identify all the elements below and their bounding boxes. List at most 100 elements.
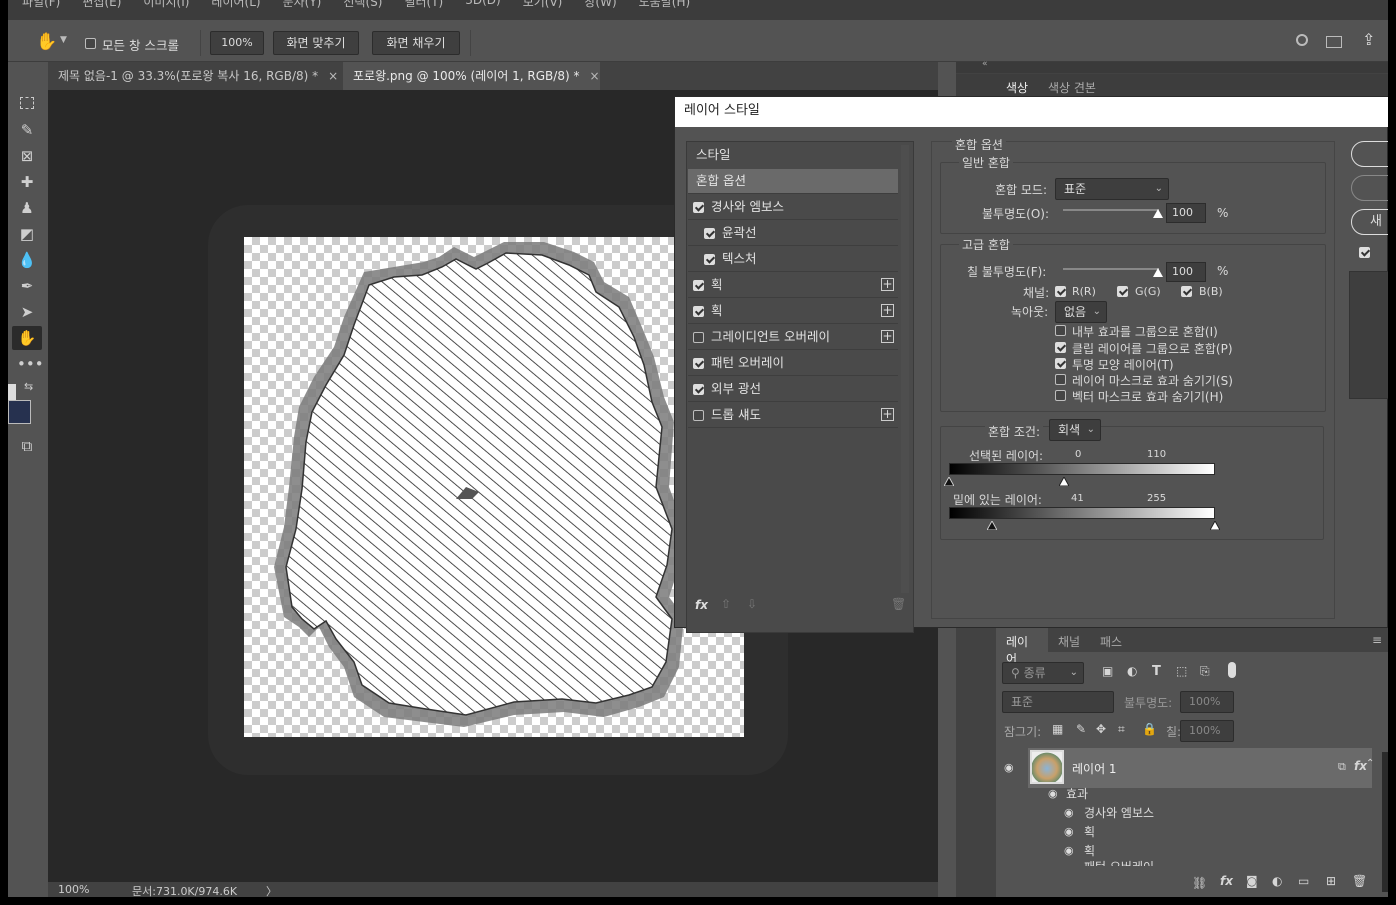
fill-screen-button[interactable]: 화면 채우기 (372, 31, 460, 55)
eye-icon[interactable]: ◉ (1048, 788, 1064, 799)
style-checkbox[interactable] (693, 384, 704, 395)
underlying-low-slider[interactable] (986, 521, 997, 530)
fill-slider-track[interactable] (1063, 268, 1159, 270)
this-layer-gradient[interactable] (949, 463, 1215, 475)
status-zoom[interactable]: 100% (58, 883, 89, 896)
marquee-tool-icon[interactable] (17, 94, 37, 114)
more-tools-icon[interactable]: ••• (17, 354, 44, 374)
menu-item[interactable]: 문자(Y) (283, 0, 322, 13)
add-effect-icon[interactable]: + (881, 278, 894, 291)
blend-option-checkbox[interactable] (1055, 325, 1066, 336)
opacity-slider-track[interactable] (1063, 209, 1159, 211)
menu-item[interactable]: 도움말(H) (639, 0, 691, 13)
underlying-high-slider[interactable] (1210, 521, 1220, 530)
this-layer-low-slider[interactable] (944, 477, 954, 486)
add-effect-icon[interactable]: + (881, 304, 894, 317)
fill-opacity-input[interactable]: 100 (1166, 262, 1206, 282)
effect-item[interactable]: 경사와 엠보스 (1084, 804, 1154, 821)
path-select-icon[interactable]: ➤ (17, 302, 37, 322)
filter-smart-icon[interactable]: ⎘ (1200, 664, 1210, 679)
adjustment-layer-icon[interactable]: ◐ (1272, 874, 1282, 888)
channel-r-checkbox[interactable] (1055, 286, 1066, 297)
style-item[interactable]: 획 + (688, 299, 898, 324)
chevron-down-icon[interactable]: ▼ (60, 35, 67, 45)
style-item[interactable]: 패턴 오버레이 (688, 351, 898, 376)
layer-opacity-field[interactable]: 100% (1180, 691, 1234, 713)
menu-item[interactable]: 3D(D) (465, 0, 500, 13)
healing-brush-icon[interactable]: ✚ (17, 172, 37, 192)
eye-icon[interactable]: ◉ (1064, 845, 1080, 856)
filter-adjust-icon[interactable]: ◐ (1127, 664, 1137, 678)
pen-tool-icon[interactable]: ✒ (17, 276, 37, 296)
effects-label[interactable]: 효과 (1066, 785, 1088, 802)
eye-icon[interactable]: ◉ (1064, 807, 1080, 818)
menu-item[interactable]: 편집(E) (82, 0, 121, 13)
menu-item[interactable]: 필터(T) (404, 0, 443, 13)
workspace-icon[interactable] (1326, 36, 1342, 48)
style-item[interactable]: 윤곽선 (688, 221, 898, 246)
add-effect-icon[interactable]: + (881, 330, 894, 343)
screen-mode-icon[interactable]: ⧉ (17, 436, 37, 456)
blend-option-checkbox[interactable] (1055, 390, 1066, 401)
ok-button[interactable] (1351, 141, 1388, 167)
layer-name[interactable]: 레이어 1 (1072, 760, 1117, 777)
blend-option-checkbox[interactable] (1055, 342, 1066, 353)
hand-tool-icon[interactable]: ✋ (12, 326, 42, 350)
menu-item[interactable]: 보기(V) (523, 0, 563, 13)
layer-filter-kind[interactable]: ⚲ 종류 ⌄ (1002, 662, 1084, 684)
opacity-slider-thumb[interactable] (1153, 209, 1163, 218)
preview-checkbox[interactable] (1359, 247, 1370, 258)
channel-g-checkbox[interactable] (1117, 286, 1128, 297)
stamp-tool-icon[interactable]: ♟ (17, 198, 37, 218)
new-style-button[interactable]: 새 (1351, 209, 1388, 235)
lock-all-icon[interactable]: 🔒 (1142, 722, 1157, 736)
share-icon[interactable]: ⇪ (1362, 30, 1375, 49)
frame-tool-icon[interactable]: ⊠ (17, 146, 37, 166)
style-item[interactable]: 혼합 옵션 (688, 169, 898, 194)
menu-item[interactable]: 레이어(L) (211, 0, 260, 13)
eraser-tool-icon[interactable]: ◩ (17, 224, 37, 244)
style-checkbox[interactable] (693, 332, 704, 343)
knockout-select[interactable]: 없음 ⌄ (1055, 301, 1107, 323)
blend-if-select[interactable]: 회색 ⌄ (1049, 419, 1101, 441)
lock-artboard-icon[interactable]: ⌗ (1118, 722, 1125, 737)
tab-channels[interactable]: 채널 (1058, 633, 1080, 650)
fill-slider-thumb[interactable] (1153, 268, 1163, 277)
lock-paint-icon[interactable]: ✎ (1076, 722, 1086, 736)
move-down-icon[interactable]: ⇩ (747, 597, 757, 611)
filter-pixel-icon[interactable]: ▣ (1102, 664, 1113, 678)
tab-porowang-png[interactable]: 포로왕.png @ 100% (레이어 1, RGB/8) * × (343, 62, 600, 90)
chevron-up-icon[interactable]: ⌃ (1366, 758, 1374, 769)
new-layer-icon[interactable]: ⊞ (1326, 874, 1336, 888)
menu-item[interactable]: 파일(F) (22, 0, 60, 13)
style-list-scrollbar[interactable] (901, 145, 909, 593)
dialog-title[interactable]: 레이어 스타일 (675, 97, 1388, 127)
add-mask-icon[interactable]: ◙ (1246, 874, 1258, 888)
blur-tool-icon[interactable]: 💧 (17, 250, 37, 270)
move-up-icon[interactable]: ⇧ (721, 597, 731, 611)
menu-item[interactable]: 선택(S) (343, 0, 382, 13)
lock-position-icon[interactable]: ✥ (1096, 722, 1106, 736)
zoom-level-field[interactable]: 100% (210, 31, 264, 55)
menu-item[interactable]: 창(W) (584, 0, 616, 13)
panel-menu-icon[interactable]: ≡ (1372, 633, 1382, 647)
layer-fill-field[interactable]: 100% (1180, 720, 1234, 742)
trash-icon[interactable]: 🗑 (891, 597, 906, 611)
tab-swatches[interactable]: 색상 견본 (1048, 79, 1096, 96)
fit-screen-button[interactable]: 화면 맞추기 (273, 31, 359, 55)
style-item[interactable]: 드롭 섀도 + (688, 403, 898, 428)
blend-option-checkbox[interactable] (1055, 374, 1066, 385)
add-style-icon[interactable]: fx (1220, 874, 1233, 888)
panel-scrollbar[interactable] (1382, 752, 1388, 892)
hand-tool-icon[interactable]: ✋ (36, 32, 57, 52)
layer-blend-mode[interactable]: 표준 (1002, 691, 1114, 713)
style-item[interactable]: 스타일 (688, 143, 898, 168)
background-color-swatch[interactable] (8, 400, 31, 424)
layer-thumbnail[interactable] (1030, 750, 1064, 784)
this-layer-high-slider[interactable] (1058, 477, 1069, 486)
blend-option-checkbox[interactable] (1055, 358, 1066, 369)
menu-item[interactable]: 이미지(I) (143, 0, 189, 13)
style-item[interactable]: 외부 광선 (688, 377, 898, 402)
style-checkbox[interactable] (693, 306, 704, 317)
style-checkbox[interactable] (693, 280, 704, 291)
